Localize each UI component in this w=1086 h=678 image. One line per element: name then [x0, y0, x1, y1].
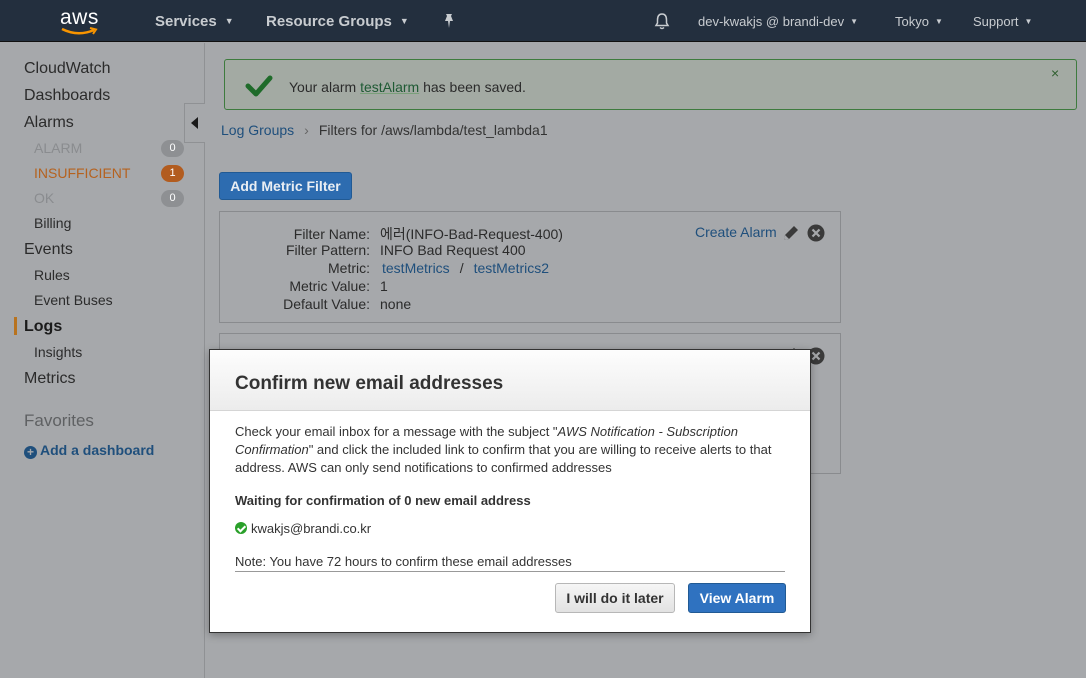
- modal-divider: [235, 571, 785, 572]
- breadcrumb-separator: ›: [304, 122, 309, 138]
- modal-header: Confirm new email addresses: [210, 350, 810, 411]
- modal-body-part1: Check your email inbox for a message wit…: [235, 424, 558, 439]
- account-menu[interactable]: dev-kwakjs @ brandi-dev ▼: [698, 14, 858, 29]
- sidebar-item-alarm-state[interactable]: ALARM: [34, 140, 82, 156]
- sidebar-item-dashboards[interactable]: Dashboards: [24, 87, 110, 105]
- support-label: Support: [973, 14, 1019, 29]
- metric-value-row: Metric Value: 1: [220, 278, 388, 294]
- breadcrumb-current: Filters for /aws/lambda/test_lambda1: [318, 122, 548, 138]
- do-it-later-button[interactable]: I will do it later: [555, 583, 675, 613]
- create-alarm-link[interactable]: Create Alarm: [695, 224, 777, 240]
- add-dashboard-label: Add a dashboard: [40, 442, 155, 458]
- modal-note: Note: You have 72 hours to confirm these…: [235, 554, 572, 569]
- email-address: kwakjs@brandi.co.kr: [251, 521, 372, 536]
- metric-row: Metric: testMetrics / testMetrics2: [220, 260, 549, 276]
- breadcrumb-log-groups[interactable]: Log Groups: [221, 122, 294, 138]
- chevron-down-icon: ▼: [1024, 17, 1033, 26]
- sidebar-item-event-buses[interactable]: Event Buses: [34, 292, 113, 308]
- region-label: Tokyo: [895, 14, 929, 29]
- add-metric-filter-button[interactable]: Add Metric Filter: [219, 172, 352, 200]
- sidebar-item-logs[interactable]: Logs: [24, 318, 62, 336]
- metric-name-link[interactable]: testMetrics2: [474, 260, 549, 276]
- resource-groups-label: Resource Groups: [266, 13, 392, 30]
- pin-icon[interactable]: [441, 13, 457, 29]
- sidebar-item-insufficient-state[interactable]: INSUFFICIENT: [34, 165, 130, 181]
- sidebar-item-ok-state[interactable]: OK: [34, 190, 54, 206]
- alarm-count-badge: 0: [161, 140, 184, 157]
- metric-value-label: Metric Value:: [289, 278, 370, 294]
- email-row: kwakjs@brandi.co.kr: [235, 521, 371, 536]
- default-value-label: Default Value:: [283, 296, 370, 312]
- default-value-row: Default Value: none: [220, 296, 411, 312]
- delete-circle-icon[interactable]: [807, 224, 825, 242]
- resource-groups-menu[interactable]: Resource Groups ▼: [266, 13, 409, 30]
- chevron-down-icon: ▼: [224, 16, 234, 26]
- modal-body-text: Check your email inbox for a message wit…: [235, 423, 787, 477]
- sidebar-collapse-toggle[interactable]: [184, 103, 205, 143]
- active-indicator: [14, 317, 17, 335]
- metric-separator: /: [459, 260, 464, 276]
- filter-name-row: Filter Name: 에러(INFO-Bad-Request-400): [220, 224, 563, 244]
- metric-label: Metric:: [328, 260, 370, 276]
- services-menu[interactable]: Services ▼: [155, 13, 234, 30]
- region-menu[interactable]: Tokyo ▼: [895, 14, 943, 29]
- filter-pattern-row: Filter Pattern: INFO Bad Request 400: [220, 242, 526, 258]
- metric-value-value: 1: [380, 278, 388, 294]
- waiting-heading: Waiting for confirmation of 0 new email …: [235, 493, 531, 508]
- insufficient-count-badge: 1: [161, 165, 184, 182]
- metric-filter-card: Filter Name: 에러(INFO-Bad-Request-400) Fil…: [219, 211, 841, 323]
- sidebar-item-events[interactable]: Events: [24, 241, 73, 259]
- filter-pattern-value: INFO Bad Request 400: [380, 242, 526, 258]
- plus-circle-icon: +: [24, 446, 37, 459]
- modal-body-part2: " and click the included link to confirm…: [235, 442, 772, 475]
- filter-name-label: Filter Name:: [293, 226, 370, 242]
- aws-smile-icon: [61, 27, 98, 35]
- top-navbar: aws Services ▼ Resource Groups ▼ dev-kwakj…: [0, 0, 1086, 42]
- chevron-down-icon: ▼: [934, 17, 943, 26]
- favorites-heading: Favorites: [24, 411, 94, 430]
- support-menu[interactable]: Support ▼: [973, 14, 1032, 29]
- services-label: Services: [155, 13, 217, 30]
- add-dashboard-link[interactable]: + Add a dashboard: [24, 442, 154, 459]
- breadcrumb: Log Groups › Filters for /aws/lambda/test_…: [221, 122, 548, 138]
- chevron-down-icon: ▼: [850, 17, 859, 26]
- aws-logo[interactable]: aws: [58, 6, 102, 36]
- confirmed-check-icon: [235, 522, 247, 534]
- alert-suffix: has been saved.: [423, 79, 526, 95]
- chevron-down-icon: ▼: [399, 16, 409, 26]
- account-label: dev-kwakjs @ brandi-dev: [698, 14, 845, 29]
- alert-close-button[interactable]: ×: [1051, 65, 1059, 81]
- sidebar-item-alarms[interactable]: Alarms: [24, 114, 74, 132]
- sidebar-item-insights[interactable]: Insights: [34, 344, 82, 360]
- checkmark-icon: [245, 75, 273, 97]
- alarm-link[interactable]: testAlarm: [360, 79, 419, 95]
- alert-message: Your alarm testAlarm has been saved.: [289, 79, 526, 95]
- filter-pattern-label: Filter Pattern:: [285, 242, 370, 258]
- sidebar: CloudWatch Dashboards Alarms ALARM 0 INS…: [0, 43, 205, 678]
- bell-icon[interactable]: [653, 12, 671, 30]
- sidebar-item-metrics[interactable]: Metrics: [24, 370, 76, 388]
- confirm-email-modal: Confirm new email addresses Check your e…: [209, 349, 811, 633]
- sidebar-item-rules[interactable]: Rules: [34, 267, 70, 283]
- modal-title: Confirm new email addresses: [235, 373, 504, 394]
- alert-prefix: Your alarm: [289, 79, 357, 95]
- pencil-icon[interactable]: [781, 223, 801, 243]
- sidebar-item-cloudwatch[interactable]: CloudWatch: [24, 60, 111, 78]
- filter-name-value: 에러(INFO-Bad-Request-400): [380, 226, 563, 242]
- metric-namespace-link[interactable]: testMetrics: [382, 260, 450, 276]
- default-value-value: none: [380, 296, 412, 312]
- ok-count-badge: 0: [161, 190, 184, 207]
- success-alert: Your alarm testAlarm has been saved. ×: [224, 59, 1077, 110]
- view-alarm-button[interactable]: View Alarm: [688, 583, 786, 613]
- sidebar-item-billing[interactable]: Billing: [34, 215, 71, 231]
